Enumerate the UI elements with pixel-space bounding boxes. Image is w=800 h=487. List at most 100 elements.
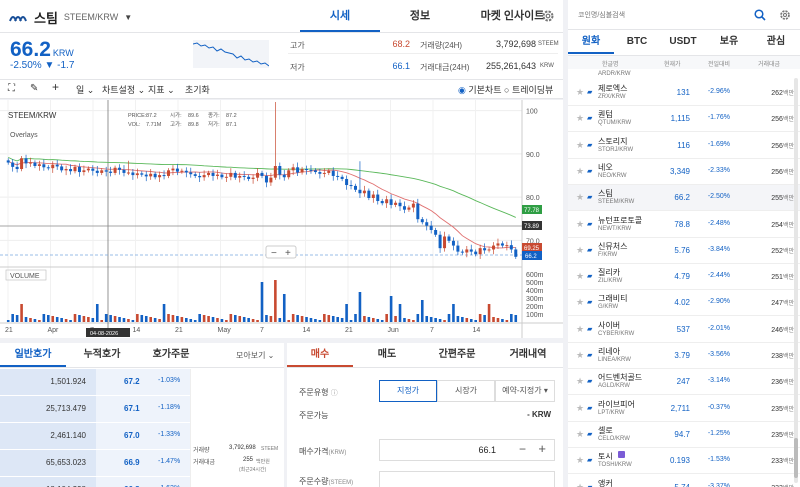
- chart-mini-icon[interactable]: ▰: [587, 483, 592, 487]
- tab-sell[interactable]: 매도: [353, 343, 421, 367]
- ask-row[interactable]: 25,713.479 67.1 -1.18%: [0, 396, 190, 422]
- tab-cumulative-orderbook[interactable]: 누적호가: [66, 343, 138, 367]
- star-icon[interactable]: ★: [576, 219, 584, 230]
- tab-usdt[interactable]: USDT: [660, 30, 706, 54]
- tab-simple-order[interactable]: 간편주문: [421, 343, 493, 367]
- quantity-field[interactable]: [379, 471, 555, 487]
- star-icon[interactable]: ★: [576, 324, 584, 335]
- scrollbar-track[interactable]: [794, 78, 798, 483]
- order-type-limit[interactable]: 지정가: [379, 380, 437, 402]
- ask-row[interactable]: 65,653.023 66.9 -1.47%: [0, 450, 190, 476]
- star-icon[interactable]: ★: [576, 403, 584, 414]
- ask-row[interactable]: 2,461.140 67.0 -1.33%: [0, 423, 190, 449]
- indicator-button[interactable]: 지표 ⌄: [148, 83, 175, 96]
- gear-icon[interactable]: [778, 8, 792, 22]
- star-icon[interactable]: ★: [576, 192, 584, 203]
- star-icon[interactable]: ★: [576, 245, 584, 256]
- buy-price-field[interactable]: 66.1 − +: [379, 439, 555, 461]
- group-view-select[interactable]: 모아보기 ⌄: [236, 350, 274, 361]
- tab-holdings[interactable]: 보유: [706, 30, 752, 54]
- tab-order-by-book[interactable]: 호가주문: [138, 343, 204, 367]
- col-change[interactable]: 전일대비: [708, 59, 730, 68]
- star-icon[interactable]: ★: [576, 350, 584, 361]
- chart-mini-icon[interactable]: ▰: [587, 193, 592, 201]
- tab-quote[interactable]: 시세: [300, 0, 380, 32]
- chart-mini-icon[interactable]: ▰: [587, 404, 592, 412]
- tab-krw[interactable]: 원화: [568, 30, 614, 54]
- star-icon[interactable]: ★: [576, 482, 584, 487]
- candlestick-chart[interactable]: 21Apr71421May71421Jun71410090.080.070.06…: [0, 100, 563, 338]
- period-select[interactable]: 일 ⌄: [76, 83, 94, 96]
- ask-row[interactable]: 1,501.924 67.2 -1.03%: [0, 369, 190, 395]
- expand-icon[interactable]: ⛶: [8, 83, 15, 94]
- coin-row[interactable]: ★ ▰ 셀로 CELO/KRW 94.7 -1.25% 235백만: [568, 422, 800, 448]
- star-icon[interactable]: ★: [576, 140, 584, 151]
- chart-mini-icon[interactable]: ▰: [587, 220, 592, 228]
- chart-mini-icon[interactable]: ▰: [587, 377, 592, 385]
- coin-row[interactable]: ★ ▰ 뉴턴프로토콜 NEWT/KRW 78.8 -2.48% 254백만: [568, 212, 800, 238]
- chart-mini-icon[interactable]: ▰: [587, 114, 592, 122]
- chart-settings-button[interactable]: 차트설정 ⌄: [102, 83, 145, 96]
- order-type-reserved[interactable]: 예약-지정가 ▾: [495, 380, 555, 402]
- coin-row[interactable]: ★ ▰ 어드벤처골드 AGLD/KRW 247 -3.14% 236백만: [568, 369, 800, 396]
- chart-mini-icon[interactable]: ▰: [587, 88, 592, 96]
- chart-mini-icon[interactable]: ▰: [587, 456, 592, 464]
- coin-row[interactable]: ★ ▰ 제로엑스 ZRX/KRW 131 -2.96% 262백만: [568, 80, 800, 106]
- chart-mini-icon[interactable]: ▰: [587, 167, 592, 175]
- coin-row[interactable]: ★ ▰ 그래비티 G/KRW 4.02 -2.90% 247백만: [568, 290, 800, 317]
- coin-row[interactable]: ★ ▰ 스팀 STEEM/KRW 66.2 -2.50% 255백만: [568, 185, 800, 212]
- tab-buy[interactable]: 매수: [287, 343, 353, 367]
- search-icon[interactable]: [754, 9, 766, 21]
- coin-selector[interactable]: 스팀 STEEM/KRW ▼: [8, 8, 132, 26]
- star-icon[interactable]: ★: [576, 113, 584, 124]
- col-price[interactable]: 현재가: [664, 59, 681, 68]
- coin-row[interactable]: ★ ▰ 앵커 5.74 -3.37% 233백만: [568, 475, 800, 487]
- pencil-icon[interactable]: ✎: [30, 83, 38, 94]
- gear-icon[interactable]: [540, 8, 556, 24]
- chart-mini-icon[interactable]: ▰: [587, 351, 592, 359]
- volume-bar: [149, 317, 152, 322]
- star-icon[interactable]: ★: [576, 271, 584, 282]
- chart-mini-icon[interactable]: ▰: [587, 430, 592, 438]
- tab-favorites[interactable]: 관심: [752, 30, 800, 54]
- tradingview-radio[interactable]: ○ 트레이딩뷰: [504, 83, 553, 96]
- chart-canvas[interactable]: 21Apr71421May71421Jun71410090.080.070.06…: [0, 100, 563, 338]
- tab-trade-history[interactable]: 거래내역: [493, 343, 563, 367]
- tab-general-orderbook[interactable]: 일반호가: [0, 343, 66, 367]
- candle-body: [91, 168, 95, 171]
- basic-chart-radio[interactable]: ◉ 기본차트: [458, 83, 502, 96]
- ask-row[interactable]: 18,104.298 66.8 -1.62%: [0, 477, 190, 487]
- decrement-button[interactable]: −: [519, 442, 526, 456]
- star-icon[interactable]: ★: [576, 376, 584, 387]
- coin-row[interactable]: ★ ▰ 라이브피어 LPT/KRW 2,711 -0.37% 235백만: [568, 396, 800, 422]
- increment-button[interactable]: +: [538, 441, 546, 456]
- coin-row[interactable]: ★ ▰ 스토리지 STORJ/KRW 116 -1.69% 256백만: [568, 133, 800, 159]
- chevron-down-icon[interactable]: ▼: [124, 13, 132, 22]
- tab-btc[interactable]: BTC: [614, 30, 660, 54]
- col-volume[interactable]: 거래대금: [758, 59, 780, 68]
- reset-button[interactable]: 초기화: [185, 83, 210, 96]
- star-icon[interactable]: ★: [576, 455, 584, 466]
- coin-row[interactable]: ★ ▰ 리네아 LINEA/KRW 3.79 -3.56% 238백만: [568, 343, 800, 369]
- chart-mini-icon[interactable]: ▰: [587, 298, 592, 306]
- star-icon[interactable]: ★: [576, 87, 584, 98]
- coin-row[interactable]: ★ ▰ 신뮤처스 F/KRW 5.76 -3.84% 252백만: [568, 238, 800, 264]
- coin-row[interactable]: ★ ▰ 사이버 CYBER/KRW 537 -2.01% 246백만: [568, 317, 800, 343]
- coin-row[interactable]: ★ ▰ 질리카 ZIL/KRW 4.79 -2.44% 251백만: [568, 264, 800, 291]
- coin-row[interactable]: ★ ▰ 토시 TOSHI/KRW 0.193 -1.53% 233백만: [568, 448, 800, 475]
- col-name[interactable]: 한글명: [602, 59, 619, 68]
- chart-mini-icon[interactable]: ▰: [587, 272, 592, 280]
- star-icon[interactable]: ★: [576, 166, 584, 177]
- search-input[interactable]: [578, 8, 738, 22]
- coin-row[interactable]: ★ ▰ 퀀텀 QTUM/KRW 1,115 -1.76% 256백만: [568, 106, 800, 133]
- coin-row[interactable]: ★ ▰ 네오 NEO/KRW 3,349 -2.33% 256백만: [568, 159, 800, 185]
- scrollbar-thumb[interactable]: [794, 438, 798, 478]
- chart-mini-icon[interactable]: ▰: [587, 325, 592, 333]
- crosshair-icon[interactable]: +: [52, 80, 59, 94]
- star-icon[interactable]: ★: [576, 297, 584, 308]
- order-type-market[interactable]: 시장가: [437, 380, 495, 402]
- star-icon[interactable]: ★: [576, 429, 584, 440]
- chart-mini-icon[interactable]: ▰: [587, 141, 592, 149]
- tab-info[interactable]: 정보: [380, 0, 460, 32]
- chart-mini-icon[interactable]: ▰: [587, 246, 592, 254]
